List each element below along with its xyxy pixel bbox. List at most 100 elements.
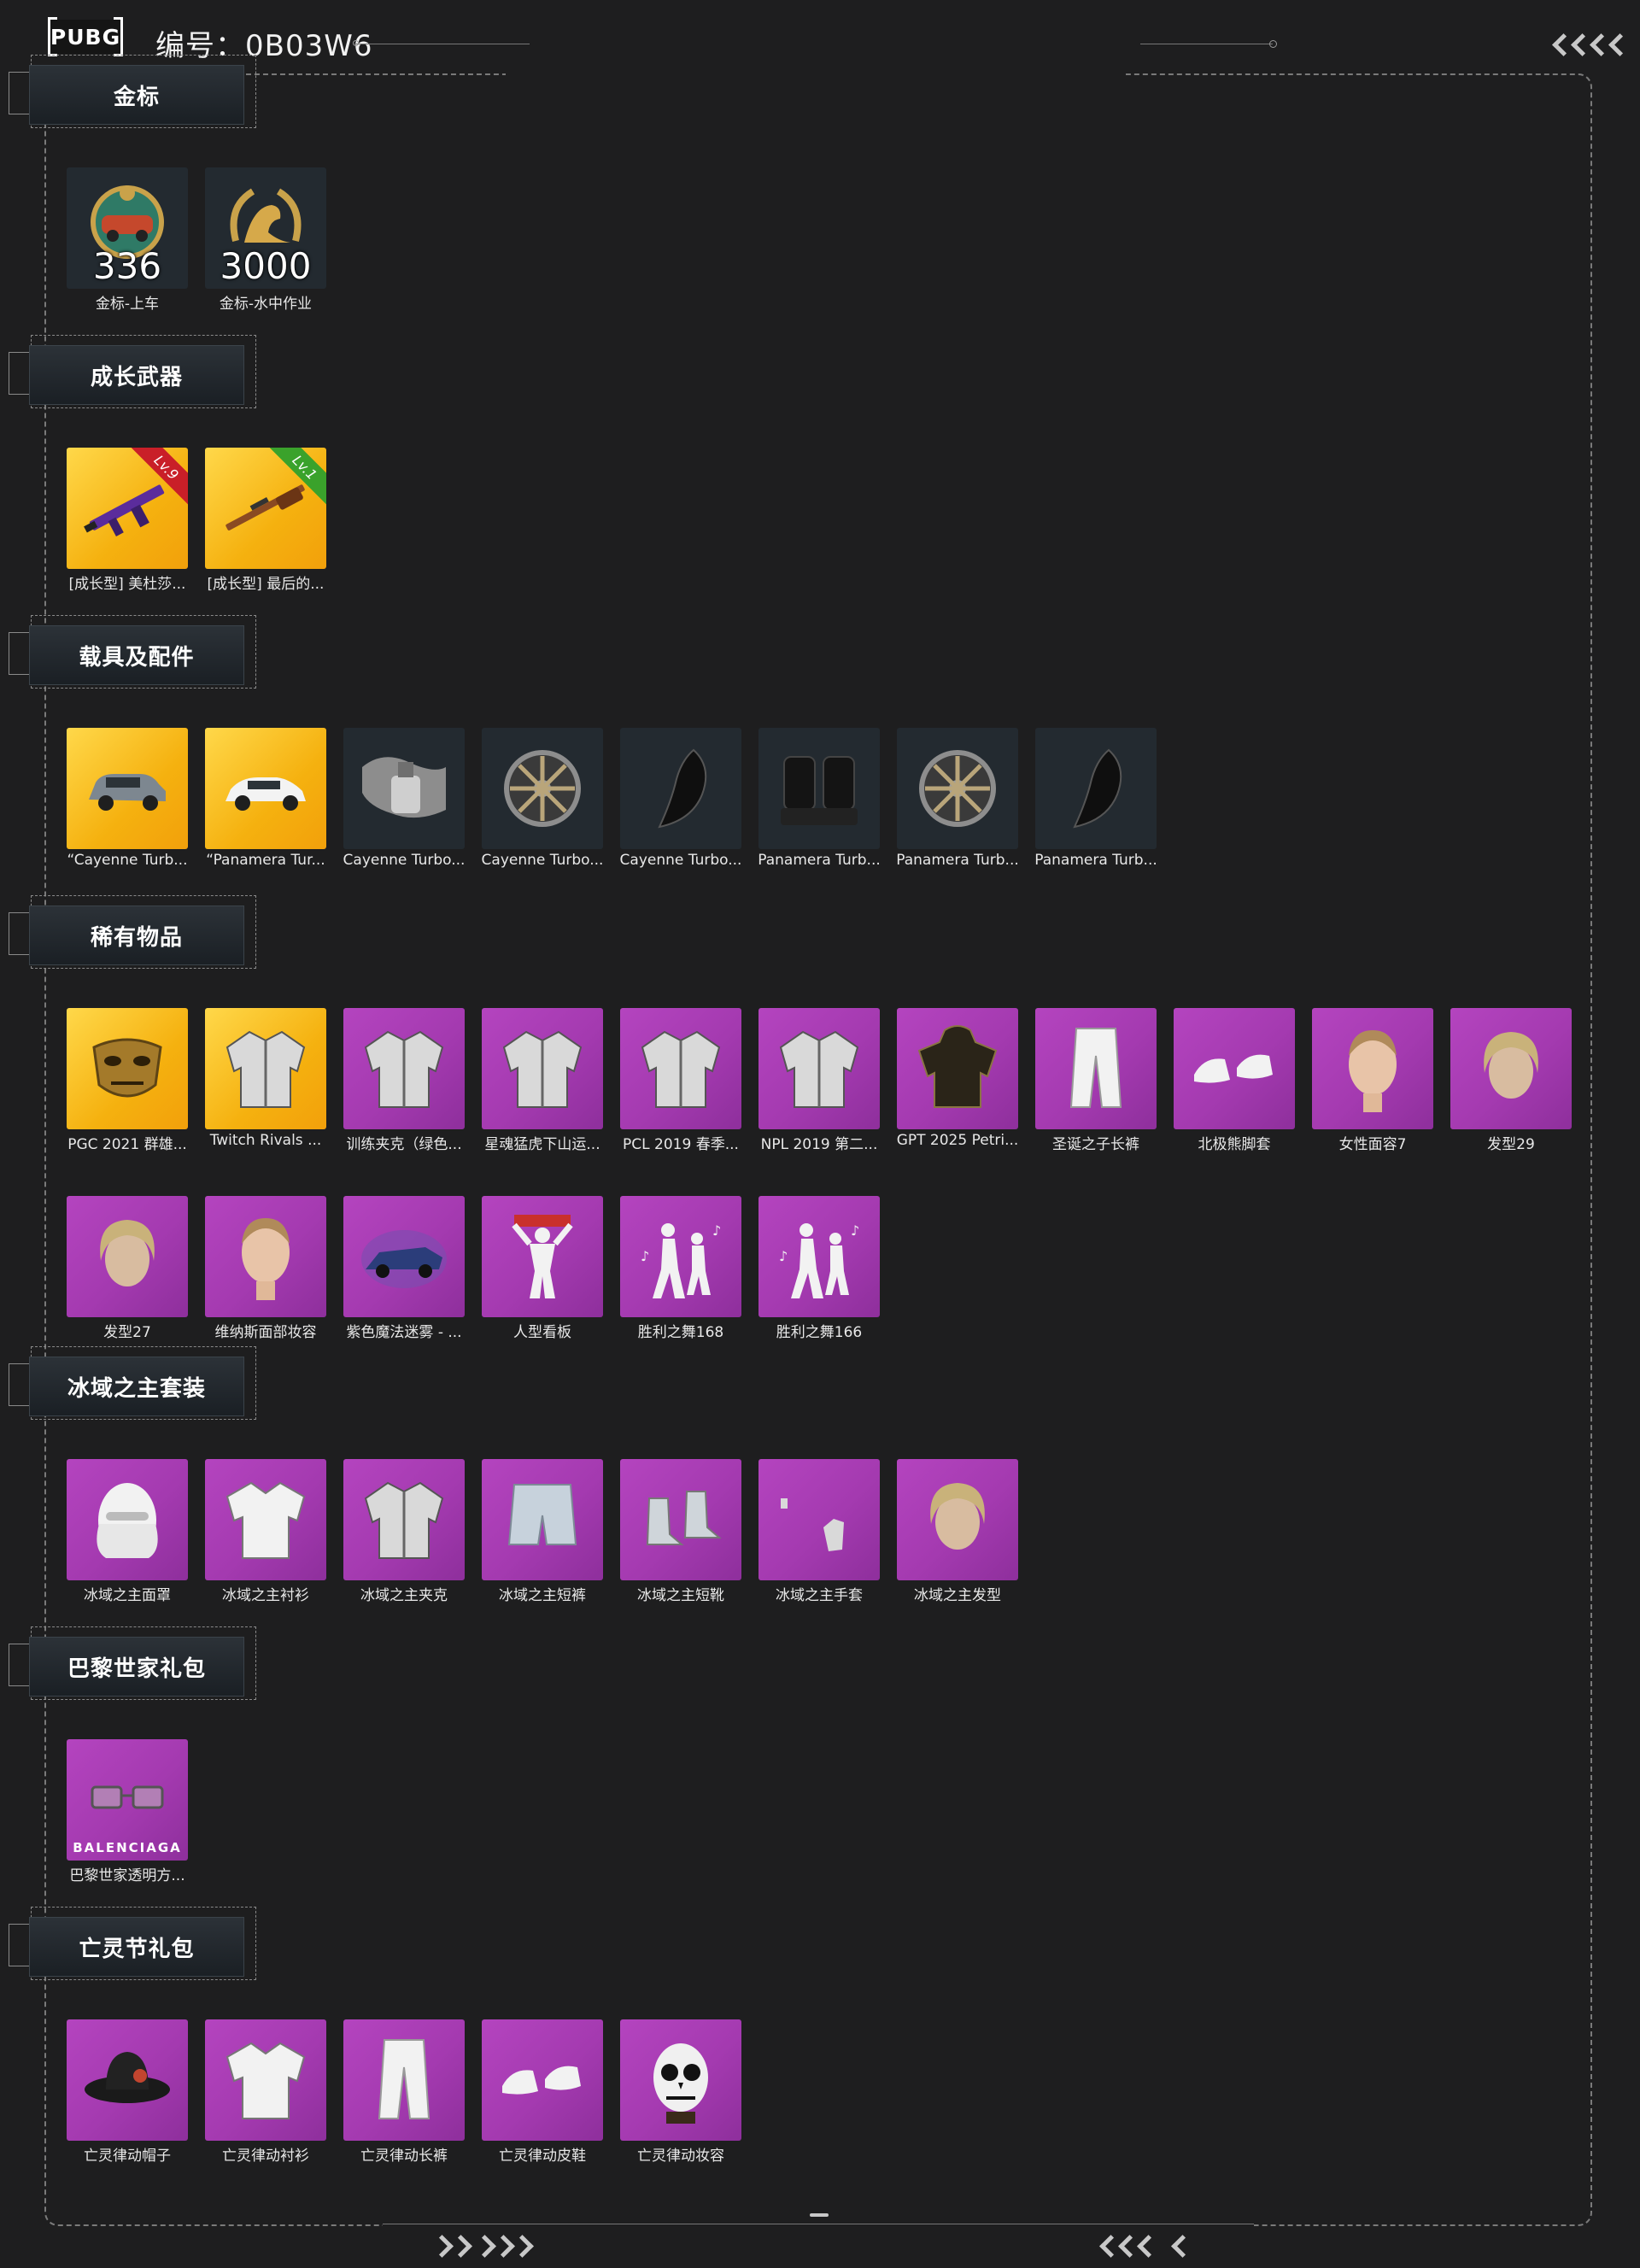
item-label: Panamera Turb... [1034, 852, 1157, 869]
inventory-item[interactable]: 336 金标-上车 [67, 167, 188, 313]
item-tile[interactable] [343, 1008, 465, 1129]
item-tile[interactable] [67, 1008, 188, 1129]
item-tile[interactable] [897, 1459, 1018, 1580]
item-tile[interactable] [205, 2019, 326, 2141]
item-tile[interactable] [67, 728, 188, 849]
item-tile[interactable] [205, 728, 326, 849]
inventory-item[interactable]: BALENCIAGA 巴黎世家透明方... [67, 1739, 188, 1884]
item-tile[interactable] [758, 1459, 880, 1580]
inventory-item[interactable]: Lv.1 [成长型] 最后的... [205, 448, 326, 593]
inventory-item[interactable]: 亡灵律动帽子 [67, 2019, 188, 2165]
inventory-item[interactable]: 亡灵律动衬衫 [205, 2019, 326, 2165]
inventory-item[interactable]: 冰域之主短靴 [620, 1459, 741, 1604]
inventory-item[interactable]: 亡灵律动长裤 [343, 2019, 465, 2165]
svg-text:♪: ♪ [779, 1248, 788, 1264]
inventory-item[interactable]: 冰域之主手套 [758, 1459, 880, 1604]
inventory-item[interactable]: 训练夹克（绿色... [343, 1008, 465, 1153]
inventory-item[interactable]: Panamera Turb... [758, 728, 881, 869]
inventory-item[interactable]: Cayenne Turbo... [620, 728, 741, 869]
item-tile[interactable] [1035, 728, 1157, 849]
item-label: 训练夹克（绿色... [346, 1136, 462, 1153]
face-mask-icon [80, 1473, 174, 1567]
item-tile[interactable] [482, 2019, 603, 2141]
item-tile[interactable]: 336 [67, 167, 188, 289]
inventory-item[interactable]: Twitch Rivals ... [205, 1008, 326, 1153]
item-tile[interactable] [67, 2019, 188, 2141]
inventory-item[interactable]: 亡灵律动妆容 [620, 2019, 741, 2165]
item-tile[interactable] [1450, 1008, 1572, 1129]
inventory-item[interactable]: PCL 2019 春季... [620, 1008, 741, 1153]
item-tile[interactable] [1312, 1008, 1433, 1129]
item-tile[interactable]: ♪ ♪ [758, 1196, 880, 1317]
inventory-item[interactable]: NPL 2019 第二... [758, 1008, 880, 1153]
item-tile[interactable] [343, 1196, 465, 1317]
car-part-icon [1049, 741, 1143, 835]
inventory-item[interactable]: 冰域之主短裤 [482, 1459, 603, 1604]
item-tile[interactable] [620, 1008, 741, 1129]
item-tile[interactable] [897, 728, 1018, 849]
item-tile[interactable] [1035, 1008, 1157, 1129]
item-tile[interactable]: ♪ ♪ [620, 1196, 741, 1317]
item-tile[interactable] [1174, 1008, 1295, 1129]
item-tile[interactable] [482, 1196, 603, 1317]
item-tile[interactable]: BALENCIAGA [67, 1739, 188, 1861]
item-tile[interactable] [482, 1459, 603, 1580]
item-tile[interactable] [67, 1459, 188, 1580]
item-tile[interactable] [620, 2019, 741, 2141]
inventory-item[interactable]: 紫色魔法迷雾 - ... [343, 1196, 465, 1341]
inventory-item[interactable]: Panamera Turb... [896, 728, 1019, 869]
inventory-item[interactable]: GPT 2025 Petri... [897, 1008, 1018, 1153]
purple-car-icon [357, 1210, 451, 1304]
item-tile[interactable] [343, 2019, 465, 2141]
inventory-item[interactable]: 人型看板 [482, 1196, 603, 1341]
item-label: 金标-上车 [95, 296, 160, 313]
item-tile[interactable] [620, 1459, 741, 1580]
item-tile[interactable] [205, 1459, 326, 1580]
chevron-left-icon [1548, 32, 1623, 55]
item-tile[interactable] [482, 728, 603, 849]
chevron-right-icon [434, 2234, 472, 2256]
item-label: 北极熊脚套 [1198, 1136, 1271, 1153]
inventory-item[interactable]: ♪ ♪ 胜利之舞166 [758, 1196, 880, 1341]
inventory-item[interactable]: 3000 金标-水中作业 [205, 167, 326, 313]
inventory-item[interactable]: 女性面容7 [1312, 1008, 1433, 1153]
item-label: 女性面容7 [1338, 1136, 1407, 1153]
inventory-item[interactable]: 发型27 [67, 1196, 188, 1341]
inventory-item[interactable]: 维纳斯面部妆容 [205, 1196, 326, 1341]
decor-dot [1269, 40, 1277, 48]
item-tile[interactable] [343, 728, 465, 849]
item-tile[interactable]: Lv.1 [205, 448, 326, 569]
inventory-item[interactable]: Lv.9 [成长型] 美杜莎... [67, 448, 188, 593]
inventory-item[interactable]: ♪ ♪ 胜利之舞168 [620, 1196, 741, 1341]
inventory-item[interactable]: PGC 2021 群雄... [67, 1008, 188, 1153]
item-tile[interactable] [897, 1008, 1018, 1129]
item-tile[interactable] [343, 1459, 465, 1580]
item-tile[interactable] [620, 728, 741, 849]
item-tile[interactable] [205, 1008, 326, 1129]
inventory-item[interactable]: 圣诞之子长裤 [1035, 1008, 1157, 1153]
inventory-item[interactable]: 冰域之主面罩 [67, 1459, 188, 1604]
item-tile[interactable] [482, 1008, 603, 1129]
item-tile[interactable] [67, 1196, 188, 1317]
section-header: 金标 [9, 44, 256, 138]
inventory-item[interactable]: Panamera Turb... [1034, 728, 1157, 869]
inventory-item[interactable]: 北极熊脚套 [1174, 1008, 1295, 1153]
inventory-item[interactable]: “Panamera Tur... [205, 728, 326, 869]
car-seat-icon [772, 741, 866, 835]
item-label: 冰域之主衬衫 [222, 1587, 309, 1604]
item-tile[interactable] [758, 728, 880, 849]
inventory-item[interactable]: 亡灵律动皮鞋 [482, 2019, 603, 2165]
inventory-item[interactable]: 冰域之主衬衫 [205, 1459, 326, 1604]
item-tile[interactable]: Lv.9 [67, 448, 188, 569]
item-tile[interactable] [205, 1196, 326, 1317]
inventory-item[interactable]: Cayenne Turbo... [343, 728, 465, 869]
inventory-item[interactable]: “Cayenne Turb... [67, 728, 188, 869]
inventory-item[interactable]: 冰域之主发型 [897, 1459, 1018, 1604]
inventory-item[interactable]: 星魂猛虎下山运... [482, 1008, 603, 1153]
inventory-item[interactable]: Cayenne Turbo... [482, 728, 603, 869]
inventory-item[interactable]: 冰域之主夹克 [343, 1459, 465, 1604]
item-tile[interactable] [758, 1008, 880, 1129]
item-tile[interactable]: 3000 [205, 167, 326, 289]
shirt-icon [219, 2033, 313, 2127]
inventory-item[interactable]: 发型29 [1450, 1008, 1572, 1153]
